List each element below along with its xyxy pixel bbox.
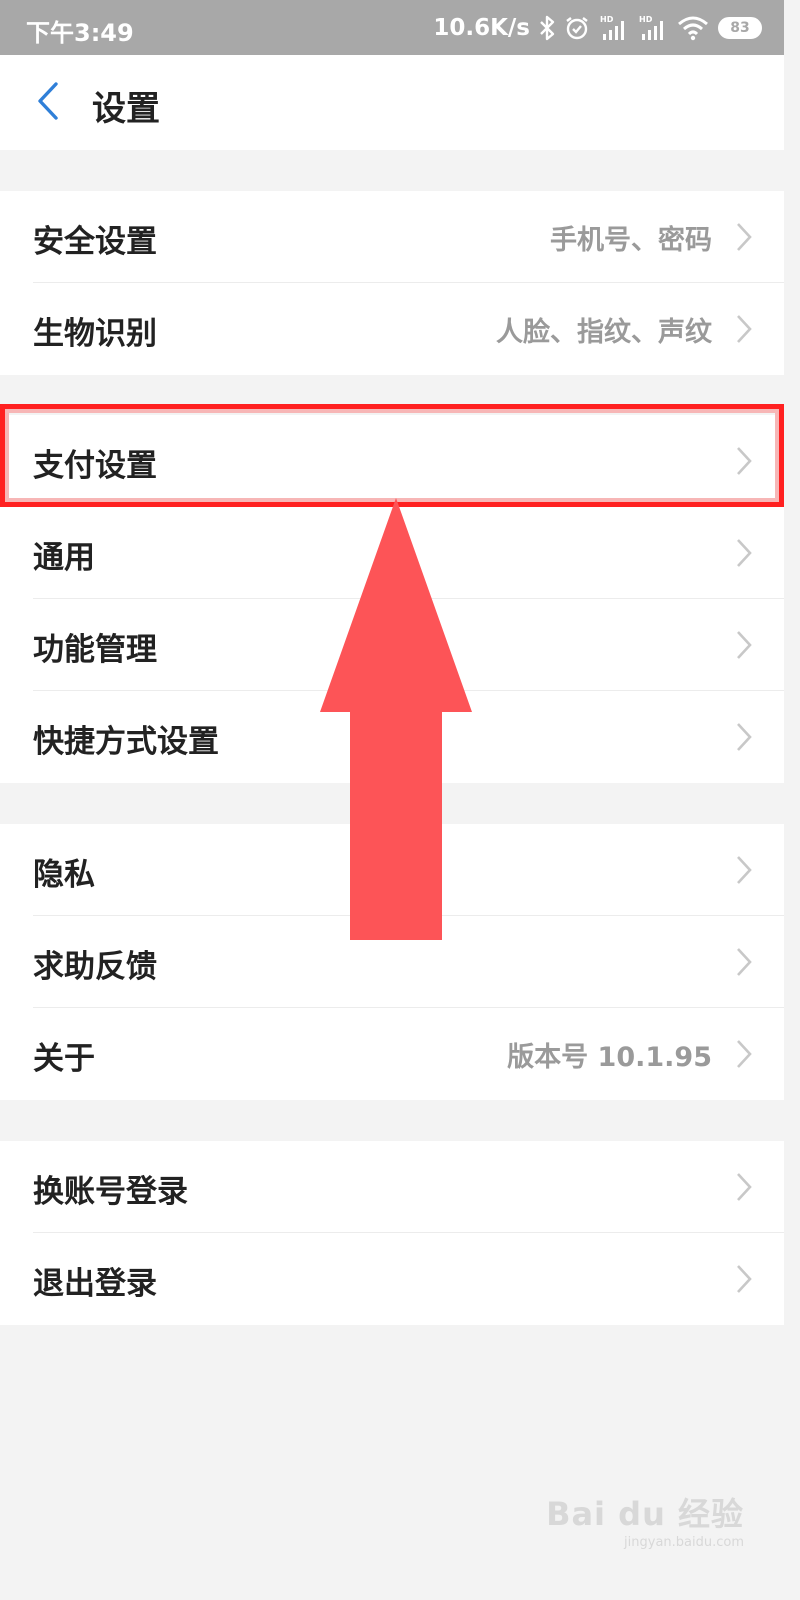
settings-item-biometrics[interactable]: 生物识别 人脸、指纹、声纹	[0, 283, 784, 375]
chevron-left-icon	[35, 81, 61, 125]
signal-hd-icon: HD	[599, 14, 629, 42]
settings-item-label: 功能管理	[33, 632, 157, 668]
settings-item-about[interactable]: 关于 版本号 10.1.95	[0, 1008, 784, 1100]
chevron-right-icon	[734, 629, 754, 665]
settings-item-label: 快捷方式设置	[33, 724, 219, 760]
back-button[interactable]	[22, 77, 74, 129]
network-speed: 10.6K/s	[433, 15, 530, 41]
settings-item-value: 手机号、密码	[550, 225, 712, 256]
battery-icon: 83	[718, 17, 762, 39]
settings-item-label: 生物识别	[33, 316, 157, 352]
chevron-right-icon	[734, 221, 754, 257]
settings-item-label: 关于	[33, 1041, 95, 1077]
bluetooth-icon	[539, 15, 555, 41]
settings-item-security[interactable]: 安全设置 手机号、密码	[0, 191, 784, 283]
settings-item-label: 隐私	[33, 857, 95, 893]
settings-item-logout[interactable]: 退出登录	[0, 1233, 784, 1325]
status-time: 下午3:49	[26, 19, 134, 47]
chevron-right-icon	[734, 1038, 754, 1074]
alarm-icon	[564, 15, 590, 41]
settings-item-label: 换账号登录	[33, 1174, 188, 1210]
chevron-right-icon	[734, 946, 754, 982]
watermark-brand: Bai du 经验	[546, 1495, 744, 1533]
status-icons: 10.6K/s HD HD 83	[433, 11, 762, 45]
chevron-right-icon	[734, 1171, 754, 1207]
up-arrow-annotation	[320, 498, 472, 940]
battery-level: 83	[730, 20, 750, 36]
highlight-box	[0, 404, 784, 507]
watermark-url: jingyan.baidu.com	[624, 1535, 744, 1550]
status-bar: 下午3:49 10.6K/s HD HD 83	[0, 0, 784, 55]
chevron-right-icon	[734, 721, 754, 757]
page-title: 设置	[92, 89, 160, 129]
settings-group-account: 安全设置 手机号、密码 生物识别 人脸、指纹、声纹	[0, 191, 784, 375]
settings-item-label: 通用	[33, 540, 95, 576]
chevron-right-icon	[734, 1263, 754, 1299]
nav-bar: 设置	[0, 55, 784, 150]
wifi-icon	[677, 15, 709, 41]
settings-item-label: 退出登录	[33, 1266, 157, 1302]
settings-item-switch-account[interactable]: 换账号登录	[0, 1141, 784, 1233]
chevron-right-icon	[734, 313, 754, 349]
svg-text:HD: HD	[639, 15, 653, 24]
settings-item-label: 求助反馈	[33, 949, 157, 985]
settings-item-label: 安全设置	[33, 224, 157, 260]
settings-group-login: 换账号登录 退出登录	[0, 1141, 784, 1325]
chevron-right-icon	[734, 854, 754, 890]
signal-hd-icon: HD	[638, 14, 668, 42]
watermark: Bai du 经验 jingyan.baidu.com	[546, 1489, 744, 1550]
svg-text:HD: HD	[600, 15, 614, 24]
chevron-right-icon	[734, 537, 754, 573]
settings-item-value: 人脸、指纹、声纹	[496, 317, 712, 348]
settings-item-value: 版本号 10.1.95	[507, 1042, 712, 1073]
